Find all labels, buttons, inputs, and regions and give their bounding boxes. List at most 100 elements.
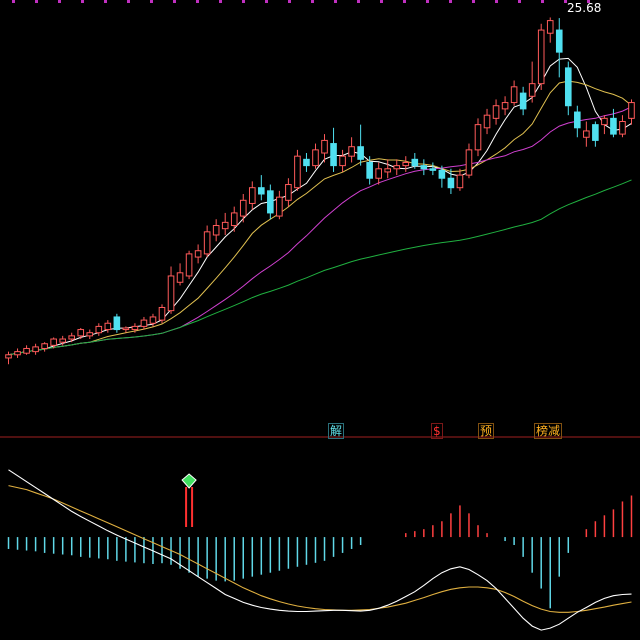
top-tick (104, 0, 107, 3)
candle-body (258, 187, 265, 195)
top-tick (127, 0, 130, 3)
top-tick (403, 0, 406, 3)
candle-body (628, 102, 635, 119)
macd-lines (8, 469, 632, 631)
candle-body (113, 316, 121, 331)
candle-body (357, 146, 364, 160)
candle-body (592, 124, 599, 141)
candle-body (140, 319, 148, 327)
candle-body (574, 111, 581, 129)
candle-body (32, 346, 39, 353)
candle-body (267, 190, 274, 214)
candle-body (158, 306, 166, 321)
candle-body (438, 169, 446, 179)
top-tick-marks (12, 0, 590, 3)
candle-body (86, 332, 94, 337)
candle-body (601, 117, 608, 126)
candle-body (492, 105, 500, 119)
candle-body (339, 155, 346, 167)
stock-chart[interactable] (0, 0, 640, 640)
ma-line (8, 80, 632, 356)
macd-histogram (7, 495, 633, 609)
candle-body (185, 253, 193, 277)
candle-body (537, 29, 545, 85)
candle-body (95, 325, 103, 334)
top-tick (81, 0, 84, 3)
candle-body (564, 67, 572, 107)
candle-body (221, 221, 229, 230)
top-tick (495, 0, 498, 3)
marker-bar (191, 487, 194, 527)
candle-body (393, 165, 401, 170)
candle-body (583, 130, 590, 138)
top-tick (265, 0, 268, 3)
candle-body (285, 184, 292, 201)
ma-line (8, 57, 632, 356)
top-tick (12, 0, 15, 3)
top-tick (242, 0, 245, 3)
top-tick (357, 0, 360, 3)
dea-line (8, 485, 632, 613)
candle-body (348, 146, 355, 157)
candle-body (23, 347, 30, 354)
top-tick (311, 0, 314, 3)
candle-body (41, 343, 48, 349)
marker-bar (185, 487, 188, 527)
candle-body (212, 225, 220, 236)
dif-line (8, 469, 632, 631)
candle-body (501, 102, 509, 110)
signal-tag-yu[interactable]: 预 (478, 423, 495, 439)
candle-body (312, 149, 319, 167)
candle-body (77, 329, 85, 337)
candle-body (321, 139, 328, 154)
candle-body (456, 174, 464, 189)
candle-body (510, 86, 518, 104)
top-tick (219, 0, 222, 3)
high-price-label: 25.68 (567, 1, 602, 15)
top-tick (426, 0, 429, 3)
top-tick (196, 0, 199, 3)
candle-body (203, 231, 211, 255)
top-tick (150, 0, 153, 3)
top-tick (35, 0, 38, 3)
candle-body (330, 143, 337, 167)
signal-tag-bangjian[interactable]: 榜减 (534, 423, 563, 439)
candle-body (239, 199, 247, 217)
candle-body (303, 158, 310, 167)
diamond-icon (181, 473, 197, 489)
candle-body (230, 212, 238, 227)
candle-body (176, 272, 184, 283)
candle-body (68, 335, 76, 340)
candle-body (131, 325, 139, 331)
top-tick (173, 0, 176, 3)
top-tick (541, 0, 544, 3)
candle-body (474, 124, 482, 151)
candle-body (429, 168, 437, 171)
candle-body (411, 158, 419, 167)
top-tick (288, 0, 291, 3)
candle-body (5, 354, 12, 359)
candle-body (447, 177, 455, 189)
candlestick-series (5, 17, 635, 365)
candle-body (546, 20, 554, 34)
moving-average-lines (8, 57, 632, 356)
candle-body (194, 250, 202, 258)
top-tick (58, 0, 61, 3)
candle-body (149, 316, 157, 324)
top-tick (380, 0, 383, 3)
candle-body (384, 168, 392, 173)
candle-body (276, 196, 283, 217)
candle-body (294, 155, 301, 189)
candle-body (465, 149, 473, 176)
top-tick (518, 0, 521, 3)
top-tick (472, 0, 475, 3)
candle-body (610, 117, 617, 135)
candle-body (14, 351, 21, 356)
top-tick (334, 0, 337, 3)
signal-tag-dollar[interactable]: $ (431, 423, 443, 439)
candle-body (122, 327, 130, 331)
candle-body (50, 338, 57, 346)
candle-body (366, 161, 373, 179)
candle-body (528, 83, 536, 97)
signal-tag-jie[interactable]: 解 (328, 423, 345, 439)
